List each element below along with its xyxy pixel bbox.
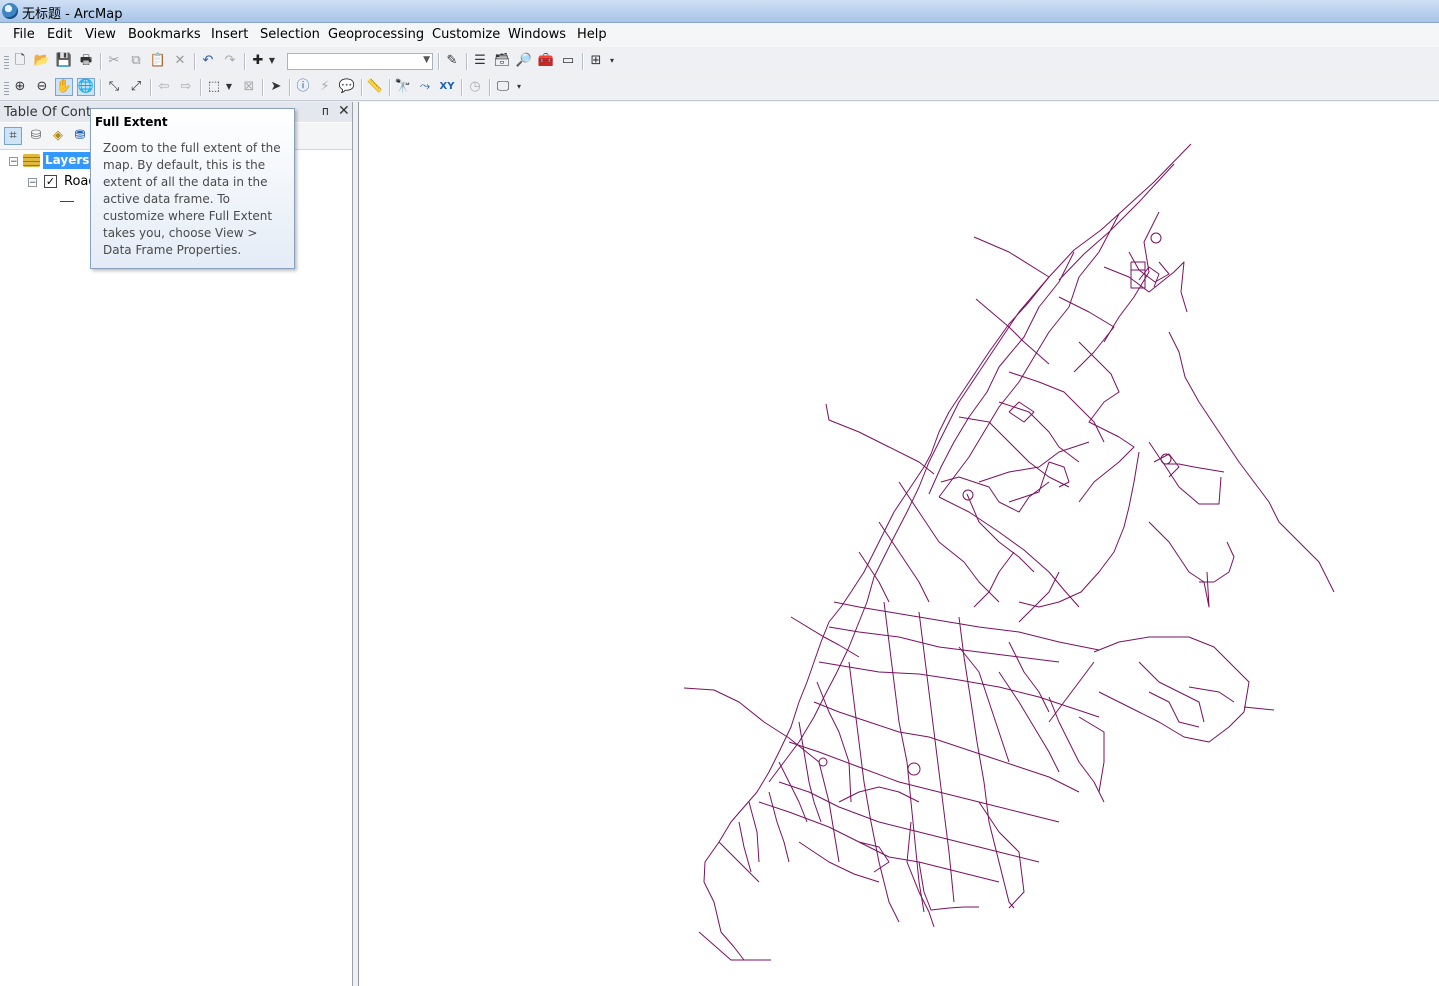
collapse-icon[interactable]: −: [9, 157, 18, 167]
search-window-icon[interactable]: 🔎: [515, 52, 533, 70]
toc-tree: − Layers − ✓ Road: [0, 150, 352, 986]
add-data-icon[interactable]: ✚: [249, 52, 267, 70]
delete-icon[interactable]: ✕: [171, 52, 189, 70]
layer-symbol[interactable]: [60, 201, 74, 202]
menu-geoprocessing[interactable]: Geoprocessing: [327, 27, 425, 42]
identify-icon[interactable]: ⓘ: [294, 78, 312, 96]
menu-windows[interactable]: Windows: [507, 27, 567, 42]
menu-bookmarks[interactable]: Bookmarks: [127, 27, 202, 42]
layer-visibility-checkbox[interactable]: ✓: [44, 175, 57, 188]
toolbar-separator: [489, 79, 491, 96]
toolbar-options-icon[interactable]: ▾: [607, 52, 617, 70]
back-icon[interactable]: ⇦: [155, 78, 173, 96]
collapse-icon[interactable]: −: [28, 178, 37, 188]
select-by-graphics-icon[interactable]: ⬚: [205, 78, 223, 96]
window-title: 无标题 - ArcMap: [22, 7, 123, 22]
chevron-down-icon[interactable]: ▼: [224, 78, 234, 96]
select-elements-icon[interactable]: ➤: [267, 78, 285, 96]
find-route-icon[interactable]: ⤳: [416, 78, 434, 96]
menu-help[interactable]: Help: [576, 27, 608, 42]
python-icon[interactable]: ▭: [559, 52, 577, 70]
tools-toolbar: ⊕ ⊖ ✋ 🌐 ⤡ ⤢ ⇦ ⇨ ⬚ ▼ ⊠ ➤ ⓘ ⚡ 💬 📏 🔭 ⤳ XY ◷…: [0, 75, 1439, 101]
arctoolbox-icon[interactable]: 🧰: [537, 52, 555, 70]
toolbar-separator: [194, 53, 196, 70]
road-lines: [683, 143, 1335, 961]
road-network-map: [683, 143, 1335, 961]
measure-icon[interactable]: 📏: [366, 78, 384, 96]
pan-icon[interactable]: ✋: [55, 78, 73, 96]
hyperlink-icon[interactable]: ⚡: [316, 78, 334, 96]
go-to-xy-icon[interactable]: XY: [438, 78, 456, 96]
fixed-zoom-out-icon[interactable]: ⤢: [127, 78, 145, 96]
data-frame-layers[interactable]: Layers: [43, 152, 92, 169]
fixed-zoom-in-icon[interactable]: ⤡: [105, 78, 123, 96]
cut-icon[interactable]: ✂: [105, 52, 123, 70]
title-bar: 无标题 - ArcMap: [0, 0, 1439, 23]
zoom-in-icon[interactable]: ⊕: [11, 78, 29, 96]
chevron-down-icon[interactable]: ▼: [423, 55, 430, 65]
map-display[interactable]: [358, 102, 1439, 986]
toolbar-separator: [100, 79, 102, 96]
toolbar-separator: [289, 79, 291, 96]
redo-icon[interactable]: ↷: [221, 52, 239, 70]
menu-bar: File Edit View Bookmarks Insert Selectio…: [0, 23, 1439, 47]
tooltip-title: Full Extent: [95, 115, 168, 129]
toolbar-separator: [438, 53, 440, 70]
toolbar-separator: [389, 79, 391, 96]
catalog-icon[interactable]: 🗃: [493, 52, 511, 70]
toolbar-grip[interactable]: [4, 56, 9, 69]
toc-title: Table Of Conte: [4, 105, 100, 120]
undo-icon[interactable]: ↶: [199, 52, 217, 70]
toolbar-separator: [582, 53, 584, 70]
menu-edit[interactable]: Edit: [46, 27, 73, 42]
toolbar-separator: [461, 79, 463, 96]
full-extent-tooltip: Full Extent Zoom to the full extent of t…: [90, 108, 295, 269]
toolbar-separator: [150, 79, 152, 96]
save-icon[interactable]: 💾: [55, 52, 73, 70]
model-builder-icon[interactable]: ⊞: [587, 52, 605, 70]
time-slider-icon[interactable]: ◷: [466, 78, 484, 96]
close-icon[interactable]: ✕: [338, 103, 350, 119]
toolbar-separator: [244, 53, 246, 70]
print-icon[interactable]: 🖶: [77, 52, 95, 70]
clear-selection-icon[interactable]: ⊠: [240, 78, 258, 96]
data-frame-icon: [23, 154, 40, 167]
menu-insert[interactable]: Insert: [210, 27, 249, 42]
map-scale-combo[interactable]: ▼: [287, 53, 433, 70]
toolbar-separator: [361, 79, 363, 96]
copy-icon[interactable]: ⧉: [127, 52, 145, 70]
editor-icon[interactable]: ✎: [443, 52, 461, 70]
toolbar-separator: [200, 79, 202, 96]
paste-icon[interactable]: 📋: [149, 52, 167, 70]
find-icon[interactable]: 🔭: [394, 78, 412, 96]
html-popup-icon[interactable]: 💬: [338, 78, 356, 96]
pin-icon[interactable]: ᴨ: [322, 104, 329, 118]
zoom-out-icon[interactable]: ⊖: [33, 78, 51, 96]
list-by-visibility-icon[interactable]: ◈: [49, 127, 67, 145]
arcmap-logo-icon: [2, 3, 18, 19]
table-of-contents-icon[interactable]: ☰: [471, 52, 489, 70]
list-by-source-icon[interactable]: ⛁: [27, 127, 45, 145]
chevron-down-icon[interactable]: ▼: [267, 52, 277, 70]
toolbar-separator: [100, 53, 102, 70]
tooltip-body: Zoom to the full extent of the map. By d…: [103, 141, 281, 257]
menu-file[interactable]: File: [12, 27, 36, 42]
list-by-selection-icon[interactable]: ⛃: [71, 127, 89, 145]
forward-icon[interactable]: ⇨: [177, 78, 195, 96]
full-extent-icon[interactable]: 🌐: [77, 78, 95, 96]
toolbar-options-icon[interactable]: ▾: [514, 78, 524, 96]
toolbar-separator: [466, 53, 468, 70]
menu-view[interactable]: View: [84, 27, 117, 42]
menu-selection[interactable]: Selection: [259, 27, 321, 42]
toolbar-grip[interactable]: [4, 82, 9, 95]
new-document-icon[interactable]: 🗋: [11, 52, 29, 70]
open-icon[interactable]: 📂: [33, 52, 51, 70]
list-by-drawing-order-icon[interactable]: ⌗: [4, 127, 22, 145]
toolbar-separator: [262, 79, 264, 96]
standard-toolbar: 🗋 📂 💾 🖶 ✂ ⧉ 📋 ✕ ↶ ↷ ✚ ▼ ▼ ✎ ☰ 🗃 🔎 🧰 ▭ ⊞ …: [0, 49, 1439, 74]
viewer-icon[interactable]: 🖵: [494, 78, 512, 96]
menu-customize[interactable]: Customize: [431, 27, 501, 42]
